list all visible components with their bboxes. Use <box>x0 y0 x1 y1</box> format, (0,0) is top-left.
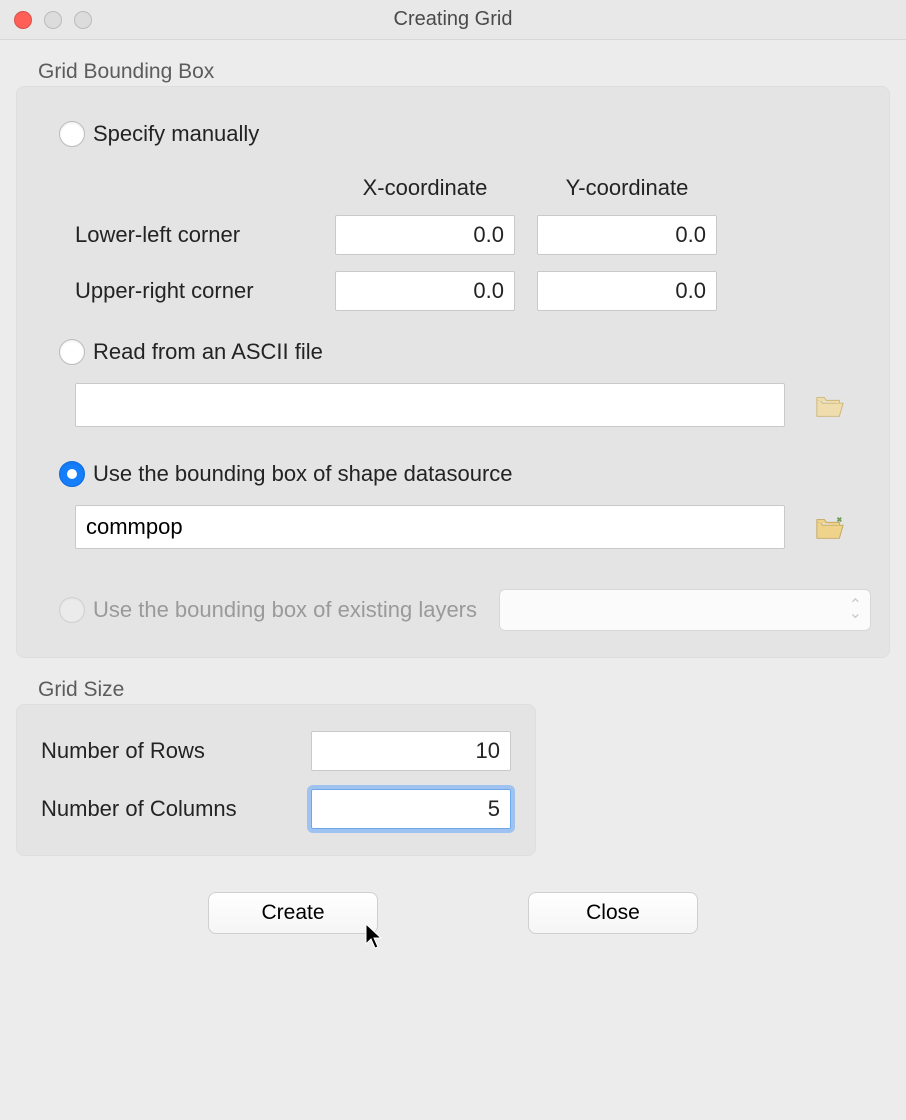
option-ascii[interactable]: Read from an ASCII file <box>59 339 871 365</box>
radio-manual[interactable] <box>59 121 85 147</box>
shape-path-input[interactable] <box>75 505 785 549</box>
window-close-button[interactable] <box>14 11 32 29</box>
manual-coordinates: X-coordinate Y-coordinate Lower-left cor… <box>75 175 871 311</box>
cols-label: Number of Columns <box>41 796 311 822</box>
radio-ascii-label: Read from an ASCII file <box>93 339 323 365</box>
upper-right-y-input[interactable] <box>537 271 717 311</box>
upper-right-x-input[interactable] <box>335 271 515 311</box>
lower-left-x-input[interactable] <box>335 215 515 255</box>
browse-shape-button[interactable] <box>815 515 845 539</box>
folder-open-icon <box>815 393 845 419</box>
radio-manual-label: Specify manually <box>93 121 259 147</box>
create-button[interactable]: Create <box>208 892 378 934</box>
window-title: Creating Grid <box>0 8 906 31</box>
bounding-box-panel: Specify manually X-coordinate Y-coordina… <box>16 86 890 658</box>
shape-file-row <box>75 505 871 549</box>
lower-left-label: Lower-left corner <box>75 222 335 248</box>
rows-input[interactable] <box>311 731 511 771</box>
option-shape[interactable]: Use the bounding box of shape datasource <box>59 461 871 487</box>
ascii-file-row <box>75 383 871 427</box>
chevron-updown-icon: ⌃⌄ <box>849 602 860 618</box>
window-controls <box>0 11 92 29</box>
radio-shape-label: Use the bounding box of shape datasource <box>93 461 513 487</box>
layers-combo: ⌃⌄ <box>499 589 871 631</box>
option-manual[interactable]: Specify manually <box>59 121 871 147</box>
titlebar: Creating Grid <box>0 0 906 40</box>
browse-ascii-button[interactable] <box>815 393 845 417</box>
rows-label: Number of Rows <box>41 738 311 764</box>
bounding-box-group-label: Grid Bounding Box <box>38 60 890 84</box>
close-button[interactable]: Close <box>528 892 698 934</box>
window-minimize-button[interactable] <box>44 11 62 29</box>
button-bar: Create Close <box>16 892 890 934</box>
cols-input[interactable] <box>311 789 511 829</box>
radio-layers <box>59 597 85 623</box>
option-layers: Use the bounding box of existing layers … <box>59 589 871 631</box>
ascii-path-input[interactable] <box>75 383 785 427</box>
window-zoom-button[interactable] <box>74 11 92 29</box>
lower-left-y-input[interactable] <box>537 215 717 255</box>
upper-right-label: Upper-right corner <box>75 278 335 304</box>
radio-layers-label: Use the bounding box of existing layers <box>93 597 477 623</box>
grid-size-group-label: Grid Size <box>38 678 890 702</box>
grid-size-panel: Number of Rows Number of Columns <box>16 704 536 856</box>
x-header: X-coordinate <box>335 175 515 201</box>
radio-ascii[interactable] <box>59 339 85 365</box>
folder-open-icon <box>815 515 845 541</box>
y-header: Y-coordinate <box>537 175 717 201</box>
radio-shape[interactable] <box>59 461 85 487</box>
